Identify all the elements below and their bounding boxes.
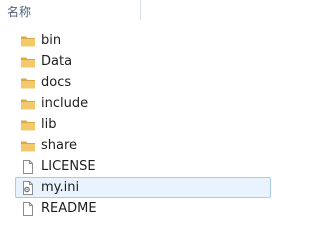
document-icon bbox=[20, 159, 36, 175]
file-name: share bbox=[41, 138, 78, 153]
file-name: lib bbox=[41, 117, 57, 132]
file-name: docs bbox=[41, 75, 72, 90]
file-row-data[interactable]: Data bbox=[0, 51, 270, 72]
file-name: README bbox=[41, 201, 97, 216]
folder-icon bbox=[20, 96, 36, 112]
column-separator[interactable] bbox=[140, 0, 141, 20]
file-row-include[interactable]: include bbox=[0, 93, 270, 114]
folder-icon bbox=[20, 54, 36, 70]
folder-icon bbox=[20, 117, 36, 133]
file-row-docs[interactable]: docs bbox=[0, 72, 270, 93]
document-icon bbox=[20, 201, 36, 217]
file-row-license[interactable]: LICENSE bbox=[0, 156, 270, 177]
file-row-bin[interactable]: bin bbox=[0, 30, 270, 51]
file-row-readme[interactable]: README bbox=[0, 198, 270, 219]
folder-icon bbox=[20, 75, 36, 91]
file-row-lib[interactable]: lib bbox=[0, 114, 270, 135]
file-name: include bbox=[41, 96, 89, 111]
file-row-share[interactable]: share bbox=[0, 135, 270, 156]
file-list: bin Data docs include lib share LICENSE … bbox=[0, 30, 271, 219]
file-name: my.ini bbox=[41, 180, 80, 195]
config-file-icon bbox=[20, 180, 36, 196]
file-name: LICENSE bbox=[41, 159, 96, 174]
file-row-my-ini[interactable]: my.ini bbox=[0, 177, 271, 198]
column-header: 名称 bbox=[0, 0, 270, 22]
file-name: Data bbox=[41, 54, 73, 69]
file-explorer-window: 名称 bin Data docs include lib share LICEN… bbox=[0, 0, 271, 241]
folder-icon bbox=[20, 33, 36, 49]
folder-icon bbox=[20, 138, 36, 154]
file-name: bin bbox=[41, 33, 62, 48]
name-column-header[interactable]: 名称 bbox=[7, 3, 31, 20]
